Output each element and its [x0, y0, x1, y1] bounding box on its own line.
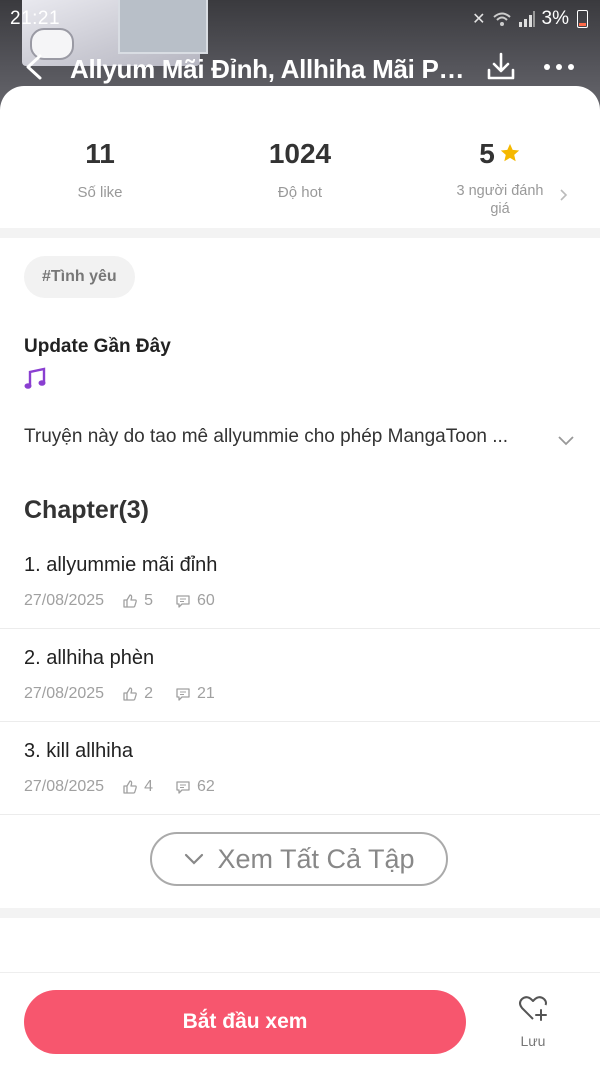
rating-value: 5 — [479, 138, 495, 169]
chapter-meta: 27/08/2025 5 60 — [24, 592, 215, 610]
chapter-comments: 21 — [196, 685, 215, 702]
thumb-up-icon — [123, 687, 137, 701]
chapter-date: 27/08/2025 — [24, 592, 105, 609]
chapter-likes: 2 — [144, 685, 153, 702]
stat-likes: 11 Số like — [0, 138, 200, 201]
top-nav: Allyum Mãi Đỉnh, Allhiha Mãi Ph... — [0, 44, 600, 92]
status-bar: 21:21 ✕ 3% — [0, 0, 600, 36]
heart-plus-icon — [519, 996, 547, 1021]
section-divider — [0, 228, 600, 238]
section-divider — [0, 908, 600, 918]
chapter-item[interactable]: 3. kill allhiha 27/08/2025 4 62 — [0, 722, 600, 815]
save-label: Lưu — [520, 1033, 546, 1049]
chapter-likes: 4 — [144, 778, 153, 795]
save-button[interactable]: Lưu — [500, 993, 566, 1057]
hot-label: Độ hot — [277, 184, 323, 201]
stat-rating[interactable]: 5 3 người đánh giá — [400, 138, 600, 218]
mute-icon: ✕ — [472, 11, 486, 28]
chapter-comments: 62 — [196, 778, 215, 795]
chapter-title: 2. allhiha phèn — [24, 647, 155, 669]
status-time: 21:21 — [10, 8, 61, 29]
more-icon[interactable] — [540, 50, 578, 84]
bottom-action-bar: Bắt đầu xem Lưu — [0, 972, 600, 1068]
back-arrow-icon[interactable] — [18, 50, 52, 84]
book-title: Allyum Mãi Đỉnh, Allhiha Mãi Ph... — [70, 54, 470, 84]
detail-sheet: 11 Số like 1024 Độ hot 5 3 người đánh gi… — [0, 86, 600, 1067]
wifi-icon — [492, 12, 511, 26]
chapter-item[interactable]: 2. allhiha phèn 27/08/2025 2 21 — [0, 629, 600, 722]
chapter-comments: 60 — [196, 592, 215, 609]
download-icon[interactable] — [484, 50, 518, 84]
battery-icon — [577, 10, 588, 28]
likes-count: 11 — [85, 138, 115, 169]
comment-icon — [176, 688, 190, 701]
chapter-title: 1. allyummie mãi đỉnh — [24, 554, 218, 576]
stats-row: 11 Số like 1024 Độ hot 5 3 người đánh gi… — [0, 138, 600, 228]
chapter-meta: 27/08/2025 2 21 — [24, 685, 215, 703]
battery-percent: 3% — [541, 8, 569, 29]
genre-tag[interactable]: #Tình yêu — [24, 256, 135, 298]
stat-hot: 1024 Độ hot — [200, 138, 400, 201]
likes-label: Số like — [77, 184, 123, 201]
chevron-right-icon[interactable] — [556, 188, 570, 202]
see-all-chapters-button[interactable]: Xem Tất Cả Tập — [150, 832, 448, 886]
chapter-likes: 5 — [144, 592, 153, 609]
chevron-down-icon — [185, 853, 204, 865]
music-note-icon — [24, 367, 46, 389]
chapter-meta: 27/08/2025 4 62 — [24, 778, 215, 796]
comment-icon — [176, 595, 190, 608]
description: Truyện này do tao mê allyummie cho phép … — [24, 426, 509, 447]
rating-label: 3 người đánh giá — [456, 183, 544, 217]
chapter-date: 27/08/2025 — [24, 685, 105, 702]
signal-icon — [518, 11, 535, 27]
chevron-down-icon[interactable] — [556, 430, 576, 450]
chapter-list: 1. allyummie mãi đỉnh 27/08/2025 5 60 2.… — [0, 536, 600, 815]
chapter-title: 3. kill allhiha — [24, 740, 133, 762]
chapter-item[interactable]: 1. allyummie mãi đỉnh 27/08/2025 5 60 — [0, 536, 600, 629]
hot-count: 1024 — [268, 138, 332, 169]
comment-icon — [176, 781, 190, 794]
update-title: Update Gần Đây — [24, 336, 171, 357]
chapter-date: 27/08/2025 — [24, 778, 105, 795]
chapter-heading: Chapter(3) — [24, 496, 150, 524]
start-reading-button[interactable]: Bắt đầu xem — [24, 990, 466, 1054]
rating-value-wrap: 5 — [400, 138, 600, 170]
star-icon — [500, 143, 519, 162]
thumb-up-icon — [123, 594, 137, 608]
thumb-up-icon — [123, 780, 137, 794]
see-all-label: Xem Tất Cả Tập — [217, 843, 415, 874]
status-icons: ✕ 3% — [472, 8, 588, 30]
